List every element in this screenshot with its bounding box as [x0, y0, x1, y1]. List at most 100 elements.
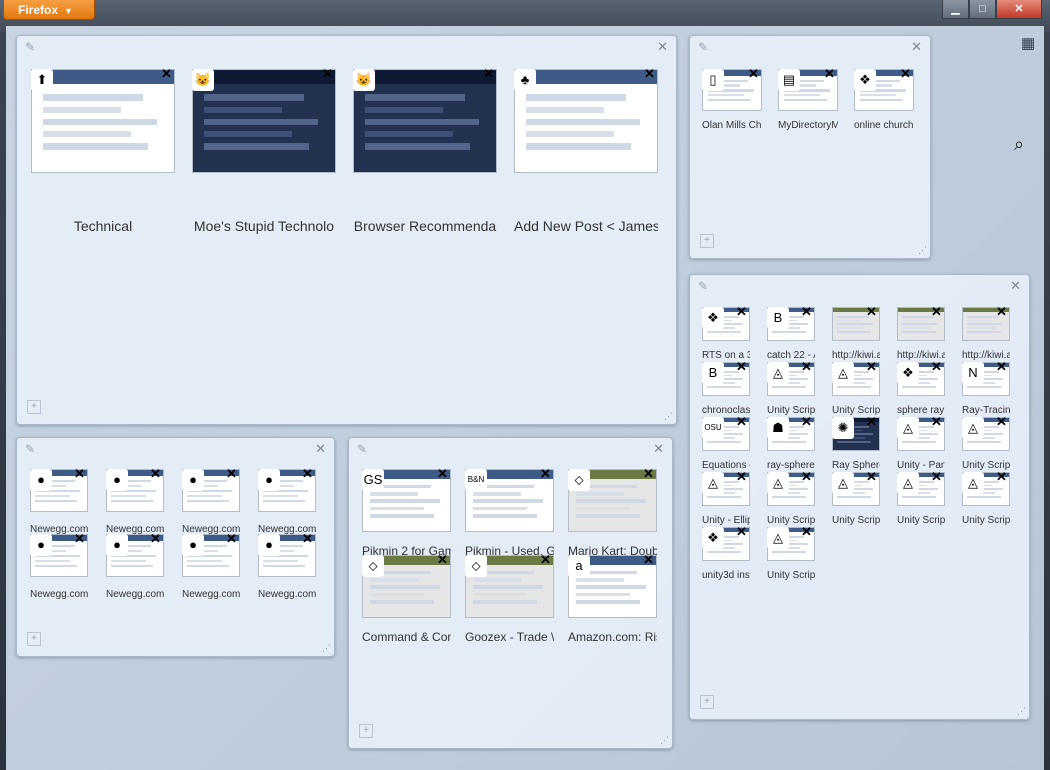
close-group-icon[interactable]: ✕ — [657, 39, 668, 55]
firefox-menu-button[interactable]: Firefox ▼ — [3, 0, 95, 20]
close-group-icon[interactable]: ✕ — [1010, 278, 1021, 294]
close-tab-icon[interactable]: ✕ — [437, 466, 450, 482]
close-tab-icon[interactable]: ✕ — [866, 304, 879, 320]
edit-group-title-icon[interactable]: ✎ — [698, 40, 708, 54]
close-group-icon[interactable]: ✕ — [911, 39, 922, 55]
close-tab-icon[interactable]: ✕ — [931, 304, 944, 320]
close-tab-icon[interactable]: ✕ — [74, 531, 87, 547]
tab-thumbnail[interactable]: ◬✕Unity Script I — [832, 359, 880, 419]
resize-handle-icon[interactable]: ⋰ — [660, 735, 669, 746]
close-tab-icon[interactable]: ✕ — [644, 66, 657, 82]
grid-view-icon[interactable]: ▦ — [1021, 34, 1035, 52]
close-tab-icon[interactable]: ✕ — [736, 414, 749, 430]
tab-thumbnail[interactable]: ●✕Newegg.com - — [106, 466, 164, 538]
search-icon[interactable]: ⌕ — [1014, 134, 1024, 155]
tab-thumbnail[interactable]: ●✕Newegg.com - — [106, 531, 164, 603]
close-group-icon[interactable]: ✕ — [315, 441, 326, 457]
close-tab-icon[interactable]: ✕ — [302, 531, 315, 547]
close-tab-icon[interactable]: ✕ — [824, 66, 837, 82]
tab-thumbnail[interactable]: OSU✕Equations of — [702, 414, 750, 474]
new-tab-in-group-button[interactable]: + — [27, 632, 41, 646]
tab-thumbnail[interactable]: 😺 ✕ Browser Recommenda — [353, 66, 497, 236]
edit-group-title-icon[interactable]: ✎ — [357, 442, 367, 456]
tab-thumbnail[interactable]: ▯ ✕ Olan Mills Chu — [702, 66, 762, 134]
new-tab-in-group-button[interactable]: + — [700, 234, 714, 248]
tab-thumbnail[interactable]: ◬✕Unity Script I — [962, 469, 1010, 529]
close-tab-icon[interactable]: ✕ — [540, 466, 553, 482]
tab-thumbnail[interactable]: ◬✕Unity Script I — [767, 359, 815, 419]
close-tab-icon[interactable]: ✕ — [226, 466, 239, 482]
tab-thumbnail[interactable]: ⬦ ✕ Goozex - Trade \ — [465, 552, 554, 646]
tab-thumbnail[interactable]: ⬆ ✕ Technical — [31, 66, 175, 236]
close-tab-icon[interactable]: ✕ — [150, 531, 163, 547]
close-tab-icon[interactable]: ✕ — [866, 359, 879, 375]
edit-group-title-icon[interactable]: ✎ — [25, 442, 35, 456]
tab-thumbnail[interactable]: ▤ ✕ MyDirectoryM — [778, 66, 838, 134]
close-tab-icon[interactable]: ✕ — [996, 414, 1009, 430]
tab-thumbnail[interactable]: ◬✕Unity Script I — [767, 469, 815, 529]
tab-thumbnail[interactable]: ●✕Newegg.com - — [182, 466, 240, 538]
close-tab-icon[interactable]: ✕ — [801, 469, 814, 485]
new-tab-in-group-button[interactable]: + — [359, 724, 373, 738]
tab-thumbnail[interactable]: ✕ http://kiwi.at — [962, 304, 1010, 364]
close-tab-icon[interactable]: ✕ — [74, 466, 87, 482]
close-tab-icon[interactable]: ✕ — [540, 552, 553, 568]
tab-thumbnail[interactable]: ◬✕Unity Script I — [767, 524, 815, 584]
close-tab-icon[interactable]: ✕ — [801, 414, 814, 430]
tab-thumbnail[interactable]: ●✕Newegg.com - — [258, 531, 316, 603]
close-tab-icon[interactable]: ✕ — [931, 359, 944, 375]
tab-thumbnail[interactable]: ⬦ ✕ Mario Kart: Doub — [568, 466, 657, 560]
close-tab-icon[interactable]: ✕ — [996, 304, 1009, 320]
tab-thumbnail[interactable]: ⬦ ✕ Command & Con — [362, 552, 451, 646]
tab-thumbnail[interactable]: ✕ http://kiwi.at — [832, 304, 880, 364]
tab-thumbnail[interactable]: ☗✕ray-sphere in — [767, 414, 815, 474]
tab-thumbnail[interactable]: ❖ ✕ unity3d insta — [702, 524, 750, 584]
close-tab-icon[interactable]: ✕ — [736, 304, 749, 320]
close-tab-icon[interactable]: ✕ — [643, 466, 656, 482]
close-tab-icon[interactable]: ✕ — [931, 469, 944, 485]
close-window-button[interactable]: ✕ — [996, 0, 1042, 19]
tab-group-5[interactable]: ✎ ✕ GS ✕ Pikmin 2 for Gam B&N ✕ Pikmin - Used, … — [348, 437, 673, 749]
tab-thumbnail[interactable]: ●✕Newegg.com - — [258, 466, 316, 538]
close-tab-icon[interactable]: ✕ — [866, 469, 879, 485]
close-tab-icon[interactable]: ✕ — [900, 66, 913, 82]
tab-thumbnail[interactable]: B✕chronoclast: ( — [702, 359, 750, 419]
maximize-button[interactable]: □ — [969, 0, 996, 19]
new-tab-in-group-button[interactable]: + — [700, 695, 714, 709]
close-tab-icon[interactable]: ✕ — [801, 524, 814, 540]
resize-handle-icon[interactable]: ⋰ — [918, 245, 927, 256]
close-tab-icon[interactable]: ✕ — [437, 552, 450, 568]
tab-thumbnail[interactable]: GS ✕ Pikmin 2 for Gam — [362, 466, 451, 560]
tab-thumbnail[interactable]: ◬✕Unity - Ellips — [702, 469, 750, 529]
tab-thumbnail[interactable]: 😺 ✕ Moe's Stupid Technolo — [192, 66, 336, 236]
tab-thumbnail[interactable]: N✕Ray-Tracing — [962, 359, 1010, 419]
close-tab-icon[interactable]: ✕ — [996, 359, 1009, 375]
close-tab-icon[interactable]: ✕ — [996, 469, 1009, 485]
close-tab-icon[interactable]: ✕ — [226, 531, 239, 547]
close-tab-icon[interactable]: ✕ — [643, 552, 656, 568]
new-tab-in-group-button[interactable]: + — [27, 400, 41, 414]
tab-thumbnail[interactable]: ●✕Newegg.com - — [30, 531, 88, 603]
resize-handle-icon[interactable]: ⋰ — [1017, 706, 1026, 717]
close-tab-icon[interactable]: ✕ — [161, 66, 174, 82]
minimize-button[interactable]: ▁ — [942, 0, 969, 19]
tab-group-4[interactable]: ✎ ✕ ● ✕ Newegg.com - ● ✕ Newegg.com - ● ✕ Newegg.c… — [16, 437, 335, 657]
close-tab-icon[interactable]: ✕ — [736, 359, 749, 375]
tab-thumbnail[interactable]: ❖✕sphere ray in — [897, 359, 945, 419]
resize-handle-icon[interactable]: ⋰ — [664, 411, 673, 422]
resize-handle-icon[interactable]: ⋰ — [322, 643, 331, 654]
tab-thumbnail[interactable]: ♣ ✕ Add New Post < James — [514, 66, 658, 236]
tab-thumbnail[interactable]: a ✕ Amazon.com: Ris — [568, 552, 657, 646]
close-tab-icon[interactable]: ✕ — [801, 359, 814, 375]
close-group-icon[interactable]: ✕ — [653, 441, 664, 457]
edit-group-title-icon[interactable]: ✎ — [25, 40, 35, 54]
tab-thumbnail[interactable]: ◬✕Unity Script I — [962, 414, 1010, 474]
close-tab-icon[interactable]: ✕ — [150, 466, 163, 482]
tab-group-1[interactable]: ✎ ✕ ⬆ ✕ Technical 😺 ✕ Moe's Stupid Technolo 😺 ✕ Br… — [16, 35, 677, 425]
close-tab-icon[interactable]: ✕ — [302, 466, 315, 482]
close-tab-icon[interactable]: ✕ — [483, 66, 496, 82]
tab-thumbnail[interactable]: ✺✕Ray Sphere I — [832, 414, 880, 474]
tab-thumbnail[interactable]: B✕catch 22 - An — [767, 304, 815, 364]
close-tab-icon[interactable]: ✕ — [748, 66, 761, 82]
tab-group-2[interactable]: ✎ ✕ ▯ ✕ Olan Mills Chu ▤ ✕ MyDirectoryM ❖ ✕ online… — [689, 35, 931, 259]
